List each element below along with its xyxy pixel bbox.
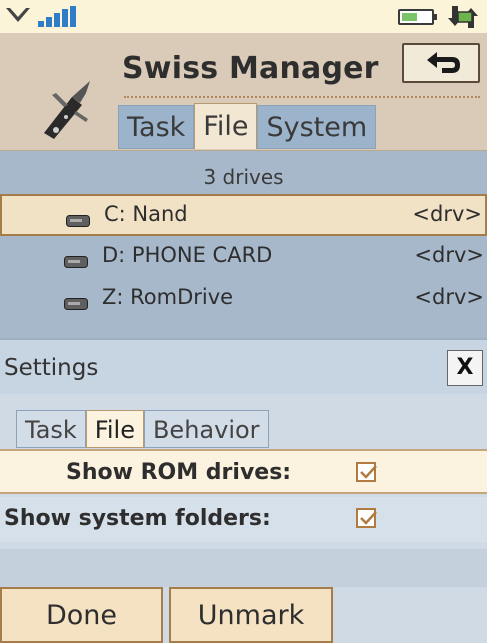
header-divider [124, 96, 480, 98]
option-label: Show ROM drives: [66, 460, 292, 485]
swiss-knife-icon [36, 75, 98, 143]
empty-row [0, 549, 487, 587]
drive-type: <drv> [414, 243, 484, 267]
battery-level-fill [402, 13, 417, 21]
settings-tab-behavior[interactable]: Behavior [143, 410, 269, 448]
app-title: Swiss Manager [122, 51, 379, 86]
checkmark-icon [360, 465, 377, 479]
settings-tab-bar: Task File Behavior [16, 410, 269, 448]
done-button[interactable]: Done [0, 587, 163, 643]
drive-name: Z: RomDrive [102, 285, 234, 309]
drive-row-c[interactable]: C: Nand <drv> [0, 194, 487, 236]
softkey-bar: Done Unmark [0, 587, 487, 643]
tab-system[interactable]: System [257, 105, 377, 149]
signal-strength-icon [4, 4, 116, 28]
status-bar [0, 0, 487, 33]
main-tab-bar: Task File System [118, 103, 377, 149]
option-label: Show system folders: [4, 506, 271, 531]
drive-row-d[interactable]: D: PHONE CARD <drv> [0, 237, 487, 279]
drive-count-label: 3 drives [203, 165, 284, 189]
settings-title-bar: Settings X [0, 338, 487, 394]
drive-icon [64, 295, 88, 310]
back-button[interactable] [402, 43, 480, 83]
data-connection-icon [446, 4, 480, 30]
tab-file[interactable]: File [194, 103, 258, 149]
tab-task[interactable]: Task [118, 105, 195, 149]
drive-type: <drv> [414, 285, 484, 309]
settings-tab-task[interactable]: Task [16, 410, 86, 448]
settings-title: Settings [4, 355, 99, 381]
drive-list: 3 drives C: Nand <drv> D: PHONE CARD <dr… [0, 151, 487, 338]
app-header: Swiss Manager Task File System [0, 33, 487, 151]
battery-icon [398, 9, 437, 25]
option-show-system-folders[interactable]: Show system folders: [0, 497, 487, 542]
drive-name: D: PHONE CARD [102, 243, 273, 267]
settings-tab-file[interactable]: File [85, 410, 144, 448]
drive-icon [66, 212, 90, 227]
checkmark-icon [360, 511, 377, 525]
back-arrow-icon [427, 52, 460, 73]
drive-icon [64, 253, 88, 268]
close-button[interactable]: X [447, 350, 483, 386]
drive-type: <drv> [412, 202, 482, 226]
show-rom-drives-checkbox[interactable] [356, 462, 377, 482]
unmark-button[interactable]: Unmark [169, 587, 333, 643]
drive-row-z[interactable]: Z: RomDrive <drv> [0, 279, 487, 321]
show-system-folders-checkbox[interactable] [356, 508, 377, 528]
option-show-rom-drives[interactable]: Show ROM drives: [0, 449, 487, 494]
drive-name: C: Nand [104, 202, 188, 226]
